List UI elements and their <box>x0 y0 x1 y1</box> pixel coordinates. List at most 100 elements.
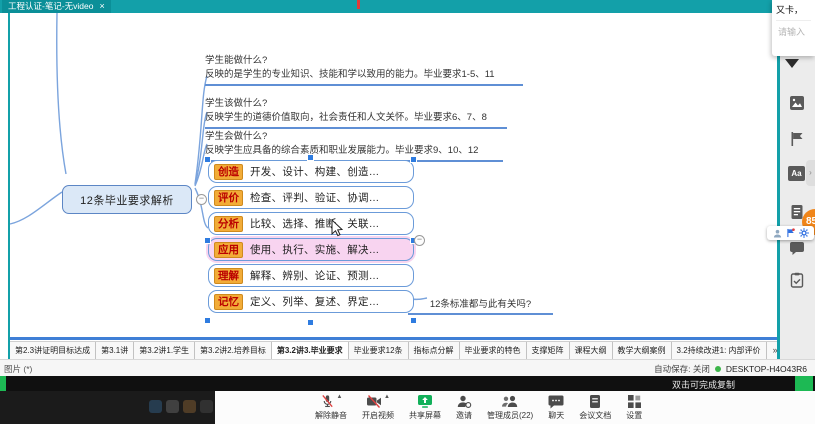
bloom-row-apply[interactable]: 应用 使用、执行、实施、解决… <box>208 238 414 261</box>
sheet-tab-active[interactable]: 第3.2讲3.毕业要求 <box>272 342 349 360</box>
manage-members-button[interactable]: 管理成员(22) <box>487 394 533 421</box>
flag-icon[interactable] <box>789 131 805 147</box>
selection-handle[interactable] <box>307 319 314 326</box>
status-selection: 图片 (*) <box>0 363 32 375</box>
bloom-label: 理解 <box>214 268 243 284</box>
screen-share-icon <box>417 394 433 409</box>
presenter-icon[interactable] <box>773 229 782 238</box>
bottom-dock: ▲ 解除静音 ▲ 开启视频 <box>0 391 815 424</box>
bloom-row-remember[interactable]: 记忆 定义、列举、复述、界定… <box>208 290 414 313</box>
camera-off-icon <box>366 394 382 409</box>
bloom-row-understand[interactable]: 理解 解释、辨别、论证、预测… <box>208 264 414 287</box>
bloom-verbs: 比较、选择、推断、关联… <box>250 216 380 231</box>
floating-mini-toolbar <box>767 226 814 240</box>
bloom-row-analyze[interactable]: 分析 比较、选择、推断、关联… <box>208 212 414 235</box>
document-tab[interactable]: 工程认证-笔记-无video × <box>2 0 111 13</box>
branch-description: 反映的是学生的专业知识、技能和学以致用的能力。毕业要求1-5、11 <box>205 68 523 82</box>
flag-alert-icon[interactable] <box>786 228 795 238</box>
screen: 工程认证-笔记-无video × 12条毕业要求解析 学生能做什么? 反映的是学… <box>0 0 815 424</box>
hint-text: 双击可完成复制 <box>672 378 735 391</box>
chat-bubble-icon <box>548 394 564 409</box>
branch-description: 反映学生的道德价值取向，社会责任和人文关怀。毕业要求6、7、8 <box>205 111 507 125</box>
branch-description: 反映学生应具备的综合素质和职业发展能力。毕业要求9、10、12 <box>205 144 503 158</box>
chat-overlay-panel: 又卡， <box>772 0 815 56</box>
branch-node-should-do[interactable]: 学生该做什么? 反映学生的道德价值取向，社会责任和人文关怀。毕业要求6、7、8 <box>205 97 507 129</box>
meeting-docs-button[interactable]: 会议文档 <box>579 394 611 421</box>
branch-question: 学生能做什么? <box>205 54 523 68</box>
autosave-status: 自动保存: 关闭 <box>654 363 710 375</box>
root-node[interactable]: 12条毕业要求解析 <box>62 185 192 214</box>
chevron-down-icon[interactable] <box>785 59 799 68</box>
image-icon[interactable] <box>789 95 805 111</box>
chevron-up-icon[interactable]: ▲ <box>337 394 343 400</box>
sheet-tab[interactable]: 教学大纲案例 <box>613 342 672 360</box>
selection-handle[interactable] <box>410 317 417 324</box>
hint-strip: 双击可完成复制 <box>0 376 815 391</box>
comment-bubble-icon[interactable] <box>789 240 805 256</box>
gear-icon[interactable] <box>799 228 809 238</box>
sheet-tab[interactable]: 毕业要求12条 <box>349 342 409 360</box>
sheet-tab-bar: 第2.3讲证明目标达成 第3.1讲 第3.2讲1.学生 第3.2讲2.培养目标 … <box>10 341 777 360</box>
taskbar-icon[interactable] <box>200 400 213 413</box>
font-style-icon[interactable]: Aa <box>788 166 805 181</box>
panel-expand-tab[interactable]: › <box>806 160 815 186</box>
bloom-verbs: 开发、设计、构建、创造… <box>250 164 380 179</box>
unmute-button[interactable]: ▲ 解除静音 <box>315 394 347 421</box>
bloom-taxonomy-group[interactable]: 创造 开发、设计、构建、创造… 评价 检查、评判、验证、协调… 分析 比较、选择… <box>208 160 414 316</box>
taskbar-icon[interactable] <box>166 400 179 413</box>
sheet-tab[interactable]: 第3.1讲 <box>96 342 134 360</box>
sheet-tab[interactable]: 3.2持续改进1: 内部评价 <box>672 342 767 360</box>
sheet-tab[interactable]: 支撑矩阵 <box>527 342 570 360</box>
start-video-button[interactable]: ▲ 开启视频 <box>362 394 394 421</box>
green-accent <box>0 376 6 391</box>
bloom-verbs: 定义、列举、复述、界定… <box>250 294 380 309</box>
sheet-tab[interactable]: 指标点分解 <box>409 342 460 360</box>
taskbar-icon[interactable] <box>149 400 162 413</box>
bloom-label: 分析 <box>214 216 243 232</box>
bloom-row-create[interactable]: 创造 开发、设计、构建、创造… <box>208 160 414 183</box>
mouse-cursor-icon <box>330 219 344 237</box>
status-bar: 图片 (*) 自动保存: 关闭 DESKTOP-H4O43R6 <box>0 359 815 377</box>
chat-input[interactable] <box>776 21 815 38</box>
taskbar-icon[interactable] <box>183 400 196 413</box>
invite-button[interactable]: 邀请 <box>456 394 472 421</box>
bloom-verbs: 检查、评判、验证、协调… <box>250 190 380 205</box>
sheet-tab[interactable]: 第2.3讲证明目标达成 <box>10 342 96 360</box>
note-node[interactable]: 12条标准都与此有关吗? <box>408 296 553 315</box>
mindmap-canvas[interactable]: 12条毕业要求解析 学生能做什么? 反映的是学生的专业知识、技能和学以致用的能力… <box>0 13 815 337</box>
bloom-verbs: 使用、执行、实施、解决… <box>250 242 380 257</box>
microphone-muted-icon <box>320 394 335 409</box>
chat-button[interactable]: 聊天 <box>548 394 564 421</box>
settings-button[interactable]: 设置 <box>626 394 642 421</box>
branch-node-can-do[interactable]: 学生能做什么? 反映的是学生的专业知识、技能和学以致用的能力。毕业要求1-5、1… <box>205 54 523 86</box>
share-screen-button[interactable]: 共享屏幕 <box>409 394 441 421</box>
selection-handle[interactable] <box>204 237 211 244</box>
chevron-up-icon[interactable]: ▲ <box>384 394 390 400</box>
sheet-tab[interactable]: 第3.2讲2.培养目标 <box>195 342 272 360</box>
canvas-bottom-rule <box>10 337 777 340</box>
device-name: DESKTOP-H4O43R6 <box>726 364 807 374</box>
document-icon <box>588 394 602 409</box>
meeting-toolbar: ▲ 解除静音 ▲ 开启视频 <box>215 391 815 424</box>
clipboard-check-icon[interactable] <box>789 272 805 288</box>
green-accent <box>795 376 813 391</box>
app-titlebar: 工程认证-笔记-无video × <box>0 0 815 13</box>
bloom-row-evaluate[interactable]: 评价 检查、评判、验证、协调… <box>208 186 414 209</box>
bloom-label: 应用 <box>214 242 243 258</box>
selection-handle[interactable] <box>204 317 211 324</box>
selection-handle[interactable] <box>307 154 314 161</box>
tab-close-icon[interactable]: × <box>99 0 104 13</box>
bloom-label: 创造 <box>214 164 243 180</box>
collapse-toggle-icon[interactable]: − <box>196 194 207 205</box>
selection-handle[interactable] <box>410 156 417 163</box>
selection-handle[interactable] <box>204 156 211 163</box>
chat-message: 又卡， <box>776 3 811 21</box>
apps-grid-icon <box>627 394 642 409</box>
sheet-tab[interactable]: 毕业要求的特色 <box>460 342 527 360</box>
collapse-toggle-icon[interactable]: − <box>414 235 425 246</box>
sheet-tab[interactable]: 课程大纲 <box>570 342 613 360</box>
branch-node-will-do[interactable]: 学生会做什么? 反映学生应具备的综合素质和职业发展能力。毕业要求9、10、12 <box>205 130 503 162</box>
branch-question: 学生会做什么? <box>205 130 503 144</box>
sheet-tab[interactable]: 第3.2讲1.学生 <box>134 342 195 360</box>
windows-taskbar <box>0 391 215 424</box>
